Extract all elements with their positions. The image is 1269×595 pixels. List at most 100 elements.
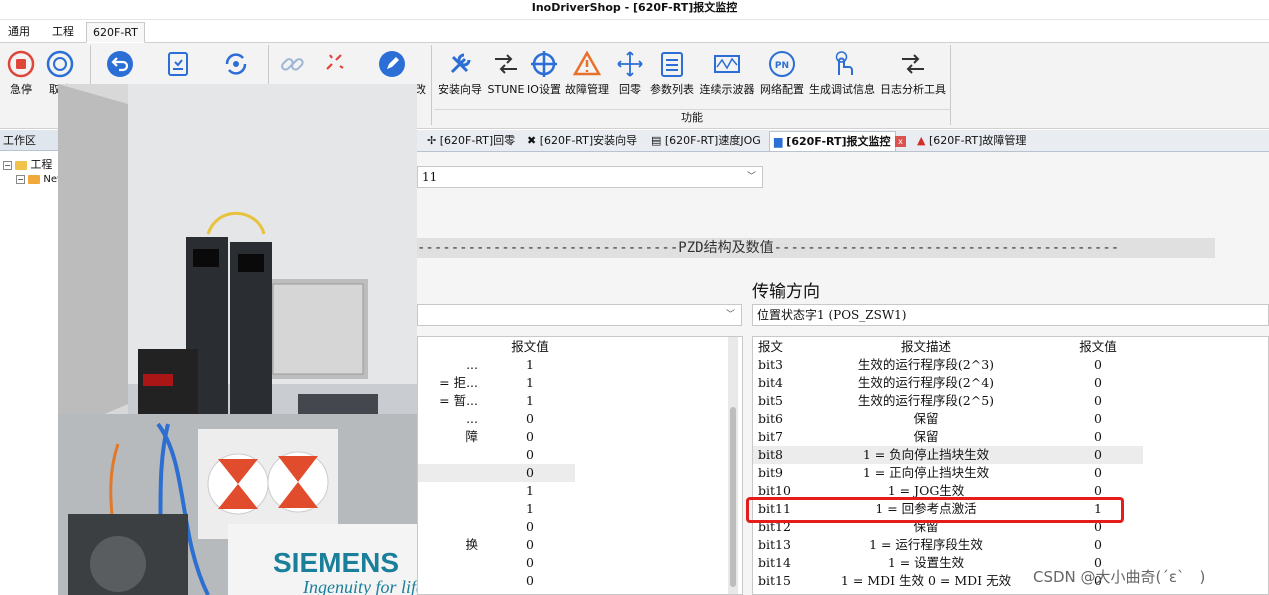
tab-homing[interactable]: ✢ [620F-RT]回零: [423, 131, 519, 151]
watermark: CSDN @大小曲奇(´ε` ): [1033, 568, 1206, 586]
column-header: 报文值: [1079, 339, 1117, 354]
left-row-value: 1: [526, 393, 534, 408]
right-row-desc: 1 = 运行程序段生效: [869, 537, 983, 552]
debug-info-button[interactable]: 生成调试信息: [806, 45, 878, 105]
highlight-box: [746, 497, 1124, 523]
chevron-down-icon: ﹀: [725, 310, 735, 320]
left-row-value: 0: [526, 519, 534, 534]
right-row-bit: bit3: [758, 357, 783, 372]
right-telegram-table: 报文 报文描述 报文值 bit3 生效的运行程序段(2^3) 0 bit4 生效的运行程…: [752, 336, 1269, 595]
scope-icon: [714, 55, 740, 73]
right-row-desc: 1 = 负向停止挡块生效: [862, 447, 990, 462]
tab-telegram-monitor[interactable]: ▆ [620F-RT]报文监控: [769, 131, 896, 151]
oscilloscope-button[interactable]: 连续示波器: [696, 45, 758, 105]
pn-icon: PN: [769, 51, 795, 77]
workspace-tree: − 工程 − New: [0, 152, 65, 432]
left-row-desc: = 拒...: [439, 375, 478, 390]
stune-icon: [495, 54, 517, 74]
stune-button[interactable]: STUNE: [486, 45, 526, 105]
collapse-icon[interactable]: −: [16, 175, 25, 184]
homing-button[interactable]: 回零: [612, 45, 648, 105]
right-row-bit: bit9: [758, 465, 783, 480]
left-row-value: 0: [526, 573, 534, 588]
right-row-bit: bit8: [758, 447, 783, 462]
tree-item-project[interactable]: − 工程: [3, 156, 52, 172]
right-row-bit: bit5: [758, 393, 783, 408]
menu-tab-project[interactable]: 工程: [46, 22, 80, 43]
right-row-desc: 生效的运行程序段(2^5): [857, 393, 995, 408]
left-row-desc: ...: [466, 357, 478, 372]
left-row-value: 0: [526, 465, 534, 480]
pzd-heading-left-rule: -------------------------------: [417, 240, 679, 256]
pzd-heading-right-rule: ----------------------------------------…: [773, 240, 1120, 256]
right-row-value: 0: [1094, 393, 1102, 408]
network-config-button[interactable]: PN 网络配置: [758, 45, 806, 105]
right-row-value: 0: [1094, 357, 1102, 372]
photo-tagline: Ingenuity for life: [302, 577, 417, 595]
wrench-icon: ✖: [527, 134, 540, 147]
folder-open-icon: [28, 174, 41, 184]
io-settings-button[interactable]: IO设置: [526, 45, 562, 105]
right-row-desc: 生效的运行程序段(2^3): [857, 357, 995, 372]
close-icon: x: [895, 135, 906, 147]
left-table-scrollbar[interactable]: [728, 337, 738, 594]
monitor-icon: ▆: [774, 135, 787, 148]
close-tab-button[interactable]: x: [895, 131, 906, 151]
left-row-desc: [418, 446, 478, 464]
sync-icon: [225, 53, 247, 75]
edit-icon: [379, 51, 405, 77]
left-row-desc: [418, 572, 478, 590]
emergency-stop-button[interactable]: 急停: [2, 45, 40, 105]
chevron-down-icon: ﹀: [746, 172, 756, 182]
right-row-desc: 生效的运行程序段(2^4): [857, 375, 995, 390]
function-group-label: 功能: [434, 109, 950, 125]
right-row-desc: 1 = 设置生效: [887, 555, 965, 570]
left-row-desc: [418, 482, 478, 500]
home-icon: ✢: [427, 134, 440, 147]
direction-label: 传输方向: [752, 282, 820, 302]
wrench-icon: [450, 53, 471, 74]
photo-brand: SIEMENS: [273, 547, 399, 578]
left-row-desc: 换: [465, 537, 478, 552]
right-row-desc: 1 = MDI 生效 0 = MDI 无效: [840, 573, 1012, 588]
right-row-bit: bit15: [758, 573, 791, 588]
telegram-select[interactable]: 11 ﹀: [417, 166, 763, 188]
tab-speed-jog[interactable]: ▤ [620F-RT]速度JOG: [647, 131, 765, 151]
warning-icon: ▲: [917, 134, 929, 147]
home-icon: [617, 51, 643, 77]
left-row-value: 0: [526, 537, 534, 552]
fault-management-button[interactable]: 故障管理: [562, 45, 612, 105]
left-row-value: 1: [526, 501, 534, 516]
param-list-button[interactable]: 参数列表: [648, 45, 696, 105]
left-row-desc: [418, 500, 478, 518]
tab-fault-management[interactable]: ▲ [620F-RT]故障管理: [913, 131, 1030, 151]
right-row-desc: 保留: [913, 429, 939, 444]
left-telegram-table: 报文值 ... 1 = 拒... 1 = 暂... 1... 0 障 0 0 0 1 1 0 换 0 0 0: [417, 336, 743, 595]
left-row-desc: = 暂...: [439, 393, 478, 408]
left-row-value: 0: [526, 429, 534, 444]
right-row-value: 0: [1094, 447, 1102, 462]
right-row-desc: 保留: [913, 411, 939, 426]
left-row-desc: [418, 554, 478, 572]
left-row-value: 0: [526, 447, 534, 462]
touch-icon: [835, 51, 853, 75]
menu-tab-general[interactable]: 通用: [2, 22, 36, 43]
save-params-icon: [168, 52, 188, 76]
right-row-value: 0: [1094, 465, 1102, 480]
tab-install-wizard[interactable]: ✖ [620F-RT]安装向导: [523, 131, 641, 151]
right-word-select[interactable]: 位置状态字1 (POS_ZSW1): [752, 304, 1269, 326]
install-wizard-button[interactable]: 安装向导: [434, 45, 486, 105]
left-word-select[interactable]: ﹀: [417, 304, 742, 326]
scrollbar-thumb[interactable]: [730, 407, 736, 587]
collapse-icon[interactable]: −: [3, 161, 12, 170]
right-row-bit: bit6: [758, 411, 783, 426]
right-row-value: 0: [1094, 411, 1102, 426]
hardware-photo-image: SIEMENS Ingenuity for life: [58, 84, 417, 595]
crosshair-icon: [531, 51, 557, 77]
ribbon-separator: [950, 45, 951, 125]
left-row-desc: 障: [465, 429, 478, 444]
svg-text:PN: PN: [775, 61, 789, 71]
menu-tab-device[interactable]: 620F-RT: [86, 22, 145, 43]
pzd-heading: -------------------------------PZD结构及数值-…: [417, 238, 1215, 258]
log-analysis-button[interactable]: 日志分析工具: [878, 45, 948, 105]
